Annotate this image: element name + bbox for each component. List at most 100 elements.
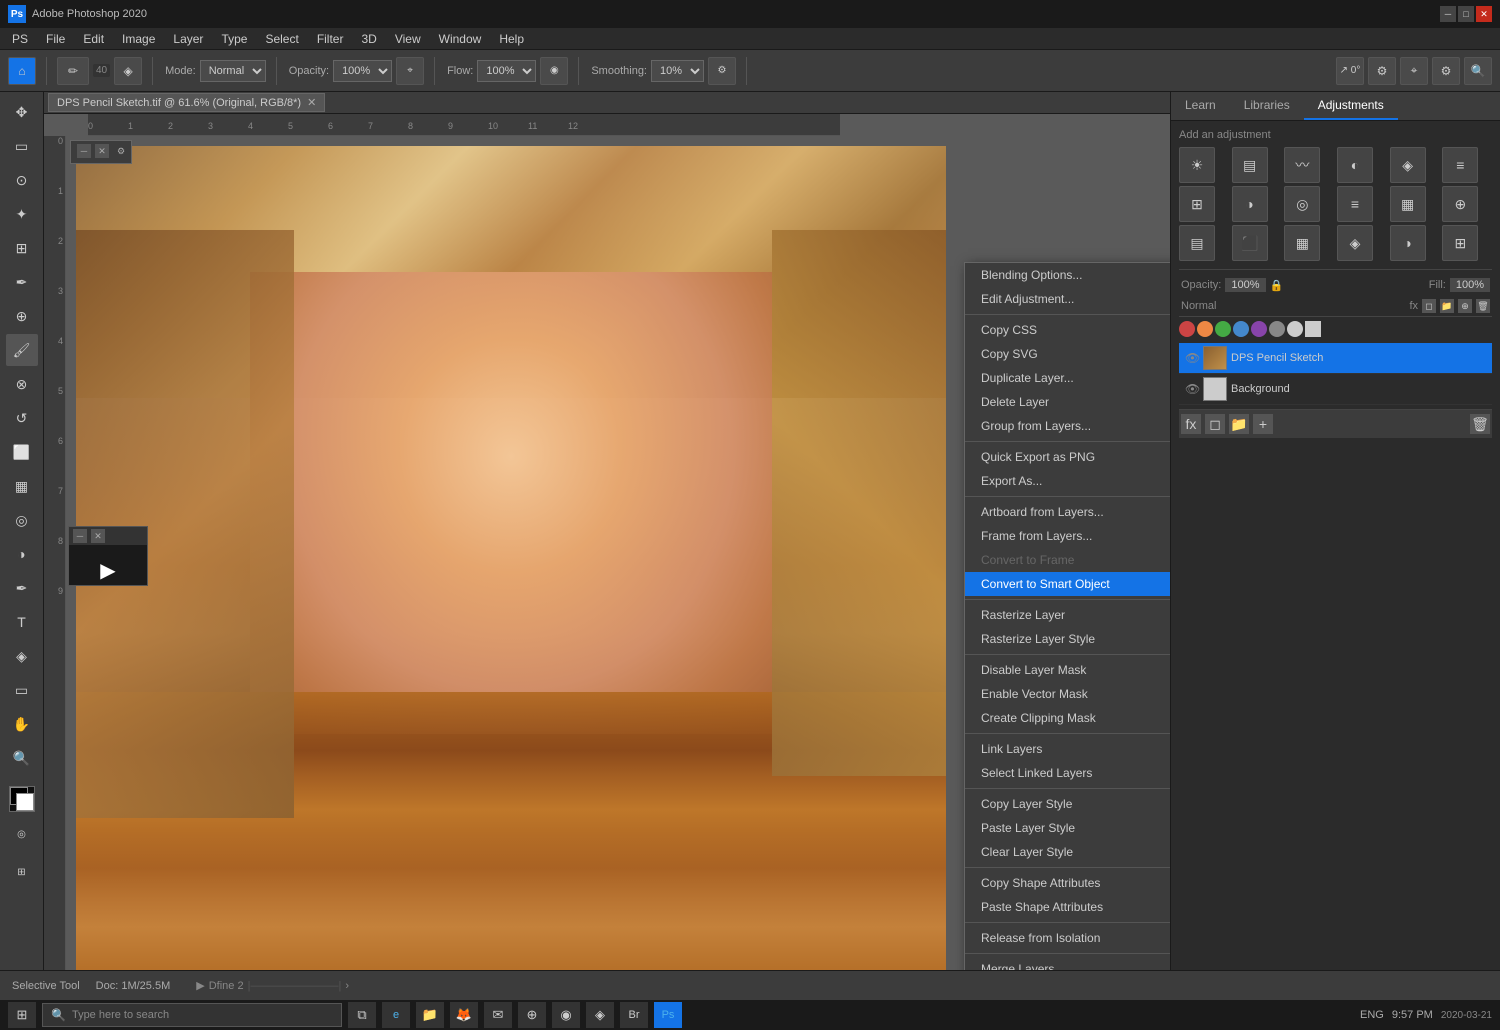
mail-btn[interactable]: ✉ xyxy=(484,1002,512,1028)
fg-color[interactable] xyxy=(9,786,35,812)
menu-edit[interactable]: Edit xyxy=(75,30,112,48)
history-tool[interactable]: ↺ xyxy=(6,402,38,434)
menu-help[interactable]: Help xyxy=(491,30,532,48)
pressure-opacity-btn[interactable]: ⌖ xyxy=(396,57,424,85)
brush-tool-btn[interactable]: ✏ xyxy=(57,57,89,85)
ctx-paste-shape-attributes[interactable]: Paste Shape Attributes xyxy=(965,895,1170,919)
heal-tool[interactable]: ⊕ xyxy=(6,300,38,332)
menu-3d[interactable]: 3D xyxy=(353,30,384,48)
menu-window[interactable]: Window xyxy=(431,30,490,48)
adj-posterize[interactable]: ▤ xyxy=(1179,225,1215,261)
hand-tool[interactable]: ✋ xyxy=(6,708,38,740)
swatch-orange[interactable] xyxy=(1197,321,1213,337)
panel-close-btn[interactable]: ✕ xyxy=(95,144,109,158)
menu-layer[interactable]: Layer xyxy=(165,30,211,48)
new-layer-btn[interactable]: + xyxy=(1253,414,1273,434)
screen-mode-btn[interactable]: ⊞ xyxy=(6,856,38,888)
video-collapse-btn[interactable]: ─ xyxy=(73,529,87,543)
flow-select[interactable]: 100% xyxy=(477,60,536,82)
mode-select[interactable]: Normal xyxy=(200,60,266,82)
menu-select[interactable]: Select xyxy=(257,30,306,48)
firefox-btn[interactable]: 🦊 xyxy=(450,1002,478,1028)
ctx-quick-export-png[interactable]: Quick Export as PNG xyxy=(965,445,1170,469)
path-select-tool[interactable]: ◈ xyxy=(6,640,38,672)
pen-tool[interactable]: ✒ xyxy=(6,572,38,604)
new-fill-btn[interactable]: fx xyxy=(1181,414,1201,434)
dodge-tool[interactable]: ◑ xyxy=(6,538,38,570)
adj-color-balance[interactable]: ⊞ xyxy=(1179,186,1215,222)
airbrush-btn[interactable]: ◉ xyxy=(540,57,568,85)
bridge-btn[interactable]: Br xyxy=(620,1002,648,1028)
swatch-green[interactable] xyxy=(1215,321,1231,337)
lasso-tool[interactable]: ⊙ xyxy=(6,164,38,196)
ctx-group-from-layers[interactable]: Group from Layers... xyxy=(965,414,1170,438)
layer-row-1[interactable]: 👁 Background xyxy=(1179,374,1492,405)
adj-hsl[interactable]: ≡ xyxy=(1442,147,1478,183)
ctx-rasterize-layer-style[interactable]: Rasterize Layer Style xyxy=(965,627,1170,651)
close-button[interactable]: ✕ xyxy=(1476,6,1492,22)
layer-delete-btn[interactable]: 🗑 xyxy=(1476,299,1490,313)
angle-btn[interactable]: ↗ 0° xyxy=(1336,57,1364,85)
ctx-enable-vector-mask[interactable]: Enable Vector Mask xyxy=(965,682,1170,706)
new-group-btn[interactable]: 📁 xyxy=(1229,414,1249,434)
video-close-btn[interactable]: ✕ xyxy=(91,529,105,543)
layer-opacity-value[interactable]: 100% xyxy=(1225,278,1265,292)
ctx-artboard-from-layers[interactable]: Artboard from Layers... xyxy=(965,500,1170,524)
settings-btn[interactable]: ⚙ xyxy=(1432,57,1460,85)
video-panel[interactable]: ─ ✕ ▶ xyxy=(68,526,148,586)
ctx-duplicate-layer[interactable]: Duplicate Layer... xyxy=(965,366,1170,390)
blur-tool[interactable]: ◎ xyxy=(6,504,38,536)
clone-tool[interactable]: ⊗ xyxy=(6,368,38,400)
ctx-delete-layer[interactable]: Delete Layer xyxy=(965,390,1170,414)
edge-btn[interactable]: e xyxy=(382,1002,410,1028)
adj-levels[interactable]: ▤ xyxy=(1232,147,1268,183)
symmetry-btn[interactable]: ⚙ xyxy=(1368,57,1396,85)
crop-tool[interactable]: ⊞ xyxy=(6,232,38,264)
ctx-blending-options[interactable]: Blending Options... xyxy=(965,263,1170,287)
tab-adjustments[interactable]: Adjustments xyxy=(1304,92,1398,120)
smoothing-options-btn[interactable]: ⚙ xyxy=(708,57,736,85)
layer-eye-1[interactable]: 👁 xyxy=(1185,382,1199,396)
smoothing-select[interactable]: 10% xyxy=(651,60,704,82)
video-play-btn[interactable]: ▶ xyxy=(69,541,147,599)
move-tool[interactable]: ✥ xyxy=(6,96,38,128)
menu-image[interactable]: Image xyxy=(114,30,163,48)
adj-photo-filter[interactable]: ◎ xyxy=(1284,186,1320,222)
task-view-btn[interactable]: ⧉ xyxy=(348,1002,376,1028)
ctx-copy-css[interactable]: Copy CSS xyxy=(965,318,1170,342)
ctx-frame-from-layers[interactable]: Frame from Layers... xyxy=(965,524,1170,548)
maximize-button[interactable]: □ xyxy=(1458,6,1474,22)
adj-brightness[interactable]: ☀ xyxy=(1179,147,1215,183)
select-rect-tool[interactable]: ▭ xyxy=(6,130,38,162)
icon-9[interactable]: ◈ xyxy=(586,1002,614,1028)
eraser-tool[interactable]: ⬜ xyxy=(6,436,38,468)
ctx-edit-adjustment[interactable]: Edit Adjustment... xyxy=(965,287,1170,311)
panel-collapse-btn[interactable]: ─ xyxy=(77,144,91,158)
ctx-select-linked-layers[interactable]: Select Linked Layers xyxy=(965,761,1170,785)
minimize-button[interactable]: ─ xyxy=(1440,6,1456,22)
layer-group-btn[interactable]: 📁 xyxy=(1440,299,1454,313)
adj-threshold[interactable]: ⬛ xyxy=(1232,225,1268,261)
ps-btn[interactable]: Ps xyxy=(654,1002,682,1028)
swatch-white[interactable] xyxy=(1287,321,1303,337)
ctx-release-from-isolation[interactable]: Release from Isolation xyxy=(965,926,1170,950)
adj-invert[interactable]: ⊕ xyxy=(1442,186,1478,222)
ctx-convert-smart-object[interactable]: Convert to Smart Object xyxy=(965,572,1170,596)
add-mask-btn[interactable]: ◻ xyxy=(1205,414,1225,434)
menu-filter[interactable]: Filter xyxy=(309,30,352,48)
canvas-document[interactable] xyxy=(76,146,946,970)
ctx-export-as[interactable]: Export As... xyxy=(965,469,1170,493)
layer-adj-btn[interactable]: ⊕ xyxy=(1458,299,1472,313)
menu-type[interactable]: Type xyxy=(213,30,255,48)
tab-learn[interactable]: Learn xyxy=(1171,92,1230,120)
opacity-select[interactable]: 100% xyxy=(333,60,392,82)
ctx-create-clipping-mask[interactable]: Create Clipping Mask xyxy=(965,706,1170,730)
layer-mask-btn[interactable]: ◻ xyxy=(1422,299,1436,313)
menu-file[interactable]: File xyxy=(38,30,73,48)
tab-libraries[interactable]: Libraries xyxy=(1230,92,1304,120)
adj-vibrance[interactable]: ◈ xyxy=(1390,147,1426,183)
text-tool[interactable]: T xyxy=(6,606,38,638)
adj-bw[interactable]: ◑ xyxy=(1232,186,1268,222)
adj-gradient-map[interactable]: ▦ xyxy=(1284,225,1320,261)
adj-color-lookup[interactable]: ▦ xyxy=(1390,186,1426,222)
